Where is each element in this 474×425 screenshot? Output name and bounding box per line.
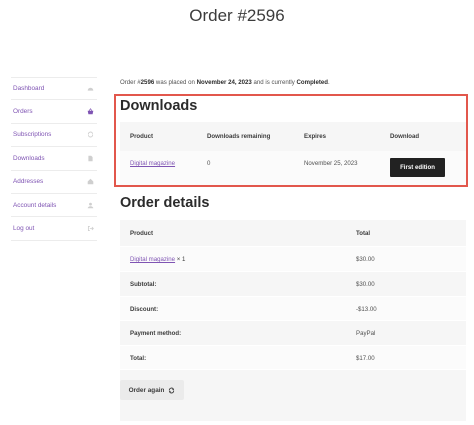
- downloads-title: Downloads: [120, 98, 198, 114]
- total-value: $17.00: [356, 354, 375, 362]
- total-label: Total:: [130, 354, 147, 362]
- home-icon: [87, 178, 94, 185]
- order-details-title: Order details: [120, 195, 210, 211]
- sidebar-item-subscriptions[interactable]: Subscriptions: [11, 124, 97, 148]
- page-title: Order #2596: [189, 6, 285, 25]
- sidebar-item-orders[interactable]: Orders: [11, 100, 97, 124]
- header-product: Product: [130, 230, 154, 237]
- header-downloads-remaining: Downloads remaining: [207, 133, 271, 140]
- sidebar-item-log-out[interactable]: Log out: [11, 217, 97, 241]
- order-again-label: Order again: [128, 386, 165, 394]
- payment-method-value: PayPal: [356, 330, 376, 337]
- expires-value: November 25, 2023: [304, 160, 358, 167]
- table-row: Discount: -$13.00: [120, 296, 466, 321]
- order-item-quantity: × 1: [176, 256, 186, 263]
- refresh-icon: [87, 131, 94, 138]
- subtotal-label: Subtotal:: [130, 281, 157, 288]
- sidebar-item-label: Orders: [13, 108, 33, 116]
- file-icon: [87, 155, 94, 162]
- sidebar-item-addresses[interactable]: Addresses: [11, 171, 97, 194]
- sidebar-item-account-details[interactable]: Account details: [11, 194, 97, 218]
- header-expires: Expires: [304, 133, 327, 140]
- sidebar-item-label: Dashboard: [13, 85, 45, 93]
- order-date: November 24, 2023: [196, 79, 252, 86]
- table-row: Total: $17.00: [120, 345, 466, 370]
- subtotal-value: $30.00: [356, 281, 375, 288]
- user-icon: [87, 202, 94, 209]
- first-edition-download-button[interactable]: First edition: [390, 158, 445, 177]
- discount-value: -$13.00: [356, 305, 377, 313]
- header-product: Product: [130, 133, 154, 140]
- basket-icon: [87, 108, 94, 115]
- sidebar-item-label: Downloads: [13, 154, 45, 162]
- sidebar-item-downloads[interactable]: Downloads: [11, 147, 97, 171]
- payment-method-label: Payment method:: [130, 330, 182, 337]
- order-again-button[interactable]: Order again: [120, 380, 184, 400]
- order-status-line: Order #2596 was placed on November 24, 2…: [120, 79, 330, 86]
- account-navigation: Dashboard Orders Subscriptions Downloads…: [11, 77, 97, 241]
- header-total: Total: [356, 230, 371, 237]
- downloads-remaining-value: 0: [207, 160, 211, 167]
- table-row: Payment method: PayPal: [120, 321, 466, 346]
- download-product-link[interactable]: Digital magazine: [130, 160, 175, 167]
- order-item-product-link[interactable]: Digital magazine: [130, 256, 175, 263]
- sidebar-item-label: Addresses: [13, 178, 44, 186]
- table-row: Digital magazine × 1 $30.00: [120, 247, 466, 272]
- logout-icon: [87, 225, 94, 232]
- discount-label: Discount:: [130, 305, 159, 313]
- sidebar-item-label: Subscriptions: [13, 131, 52, 139]
- sidebar-item-label: Log out: [13, 225, 35, 233]
- gauge-icon: [87, 85, 94, 92]
- downloads-table-header: Product Downloads remaining Expires Down…: [120, 122, 466, 151]
- order-item-total: $30.00: [356, 256, 375, 263]
- table-row: Subtotal: $30.00: [120, 272, 466, 297]
- sidebar-item-dashboard[interactable]: Dashboard: [11, 77, 97, 101]
- order-number: 2596: [140, 79, 155, 86]
- order-details-header: Product Total: [120, 220, 466, 247]
- header-download: Download: [390, 133, 420, 140]
- refresh-icon: [169, 387, 175, 393]
- order-state: Completed: [296, 79, 329, 86]
- order-main: Order #2596 was placed on November 24, 2…: [120, 77, 466, 86]
- sidebar-item-label: Account details: [13, 201, 57, 209]
